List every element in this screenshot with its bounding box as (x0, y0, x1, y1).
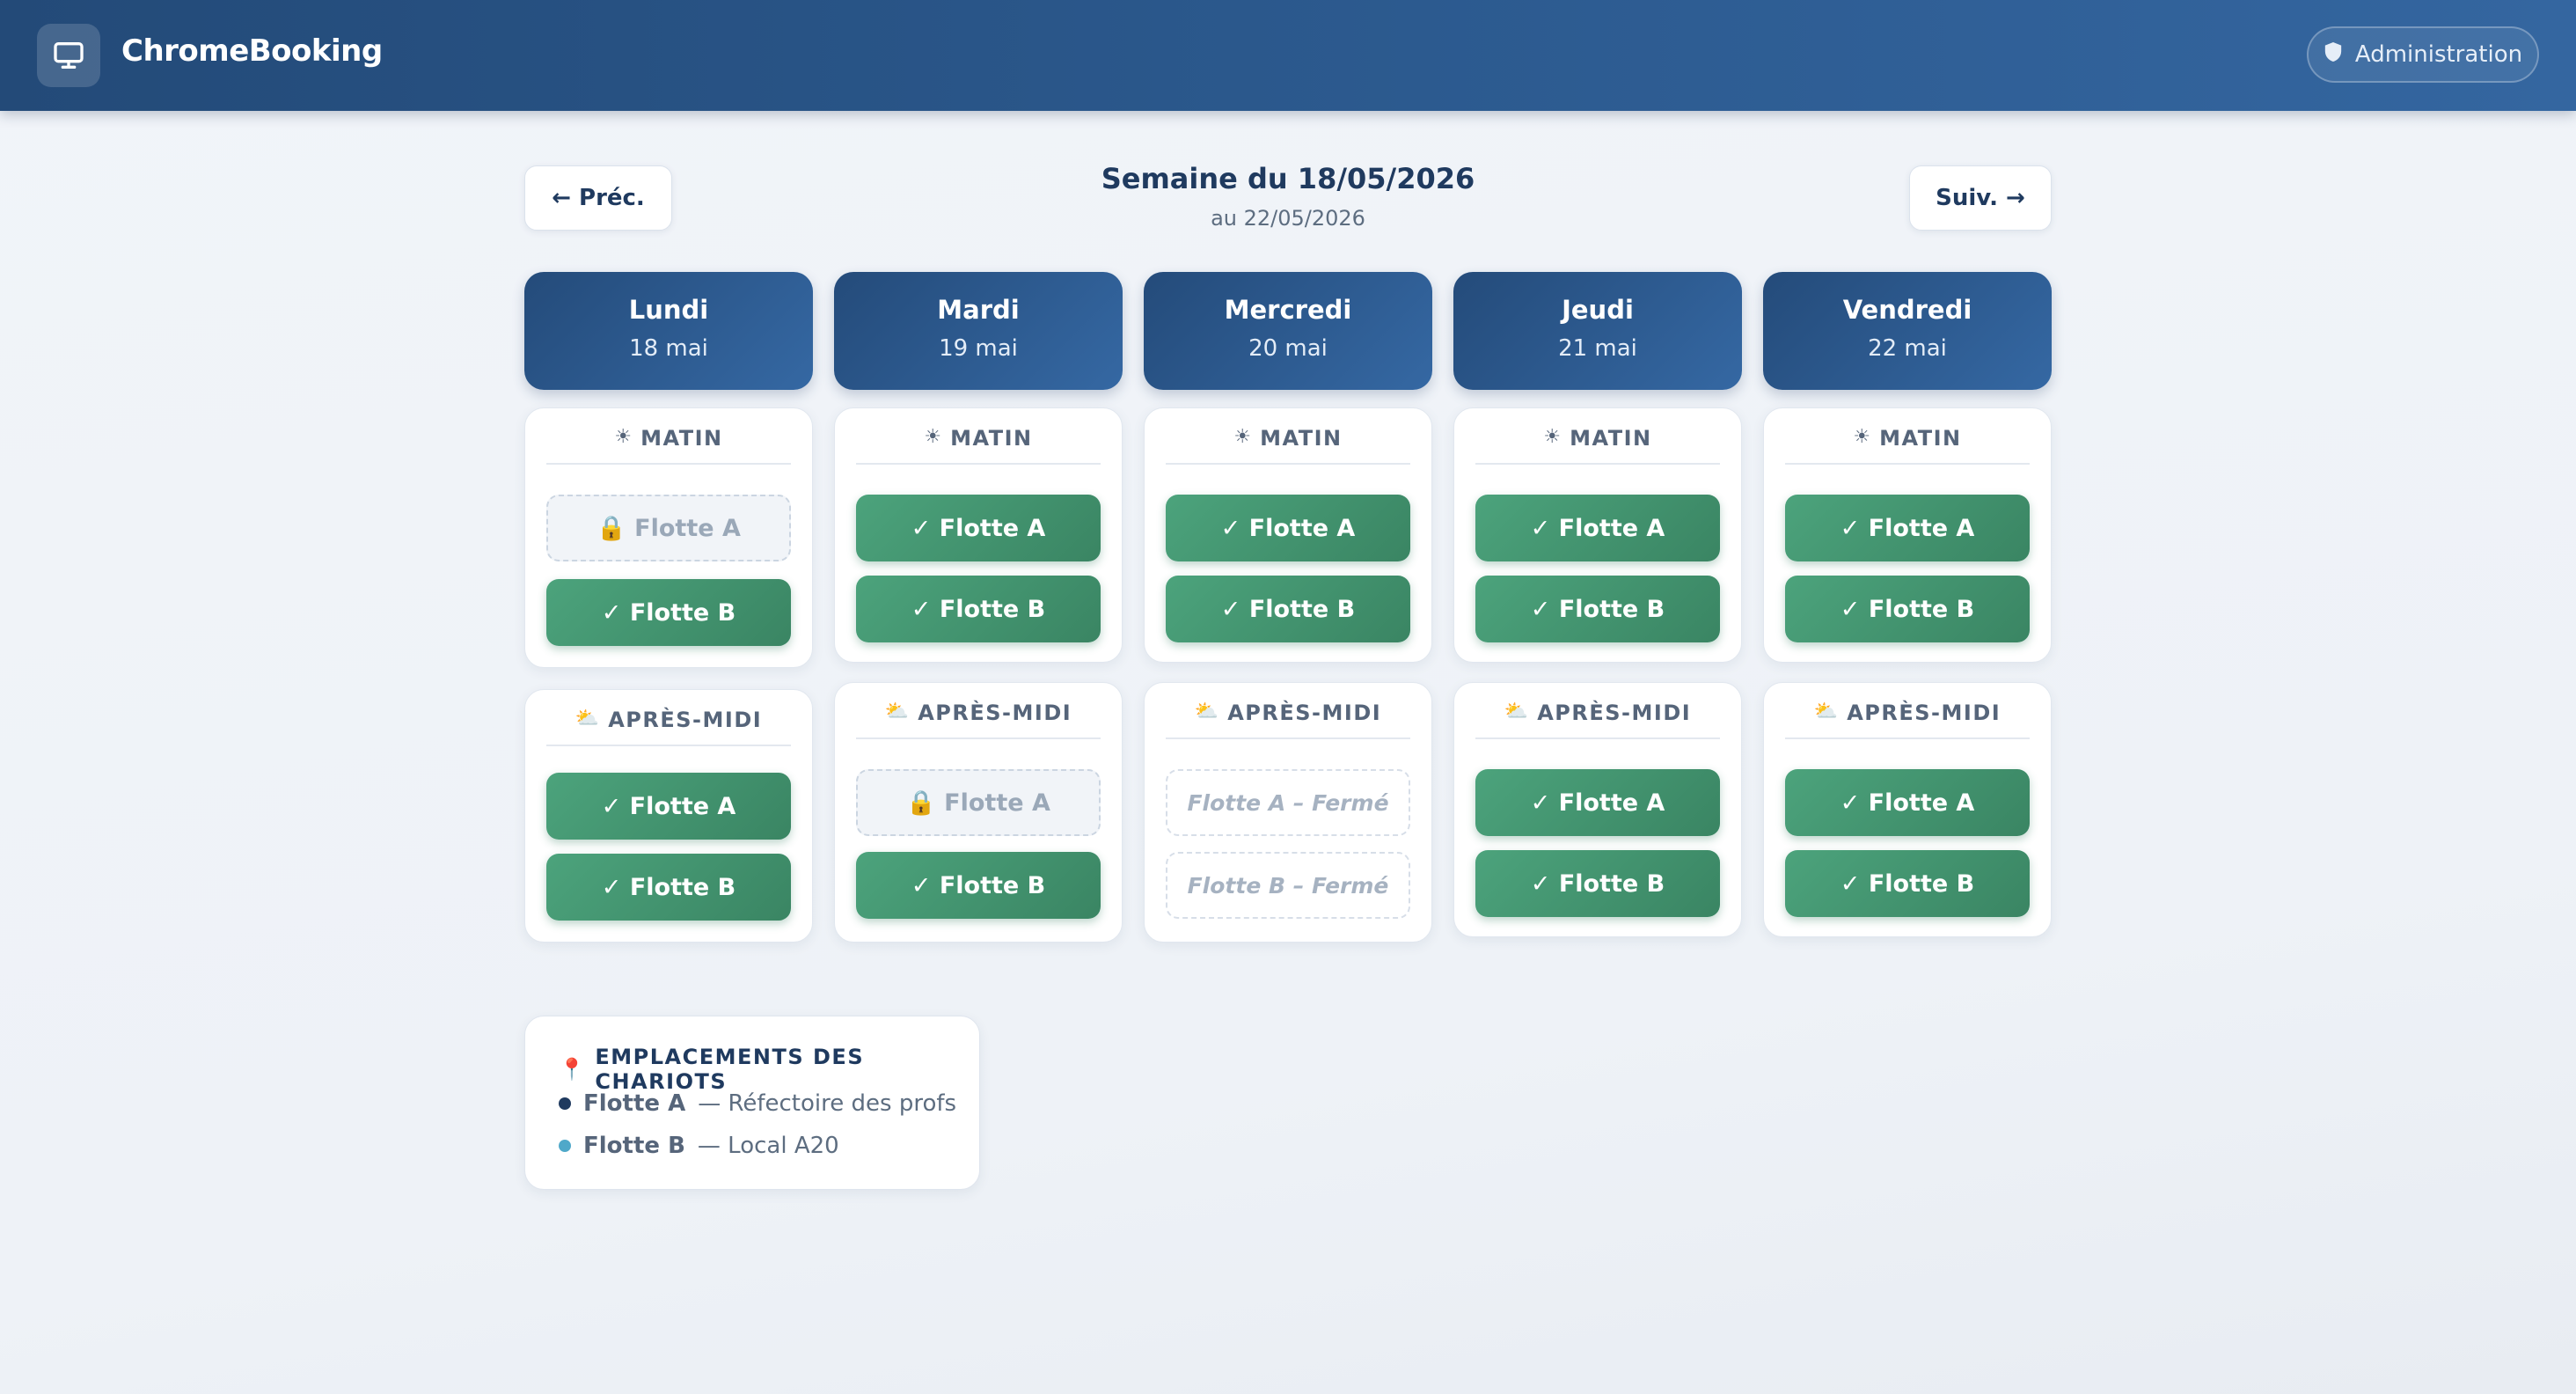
afternoon-slot-card: ⛅ APRÈS-MIDI Flotte A – Fermé Flotte B – Fe… (1144, 682, 1432, 943)
day-header-1: Mardi 19 mai (834, 272, 1123, 390)
shield-icon (2324, 41, 2343, 69)
fleet-b-available-button[interactable]: ✓ Flotte B (1785, 576, 2030, 642)
fleet-a-available-button[interactable]: ✓ Flotte A (546, 773, 791, 840)
morning-slot-card: ☀ MATIN 🔒 Flotte A ✓ Flotte B (524, 407, 813, 668)
slot-title: ⛅ APRÈS-MIDI (856, 701, 1101, 739)
sun-cloud-icon: ⛅ (1813, 701, 1839, 723)
app-title[interactable]: ChromeBooking (121, 33, 383, 69)
slot-label: APRÈS-MIDI (1847, 701, 2002, 725)
previous-week-button[interactable]: ← Préc. (524, 165, 672, 231)
fleet-a-available-button[interactable]: ✓ Flotte A (1785, 769, 2030, 836)
fleet-a-dot-icon (559, 1097, 571, 1110)
sun-icon: ☀ (924, 426, 942, 448)
slot-label: MATIN (1570, 426, 1652, 451)
fleet-b-closed-button: Flotte B – Fermé (1166, 852, 1410, 919)
day-header-2: Mercredi 20 mai (1144, 272, 1432, 390)
fleet-b-available-button[interactable]: ✓ Flotte B (546, 579, 791, 646)
day-date: 19 mai (939, 335, 1018, 362)
sun-icon: ☀ (614, 426, 633, 448)
administration-label: Administration (2354, 41, 2523, 68)
slot-label: MATIN (950, 426, 1033, 451)
afternoon-slot-card: ⛅ APRÈS-MIDI ✓ Flotte A ✓ Flotte B (1453, 682, 1742, 937)
legend-item-fleet-a: Flotte A — Réfectoire des profs (559, 1090, 956, 1117)
fleet-b-available-button[interactable]: ✓ Flotte B (1475, 850, 1720, 917)
fleet-a-locked-button: 🔒 Flotte A (856, 769, 1101, 836)
fleet-b-dot-icon (559, 1140, 571, 1152)
fleet-b-available-button[interactable]: ✓ Flotte B (1785, 850, 2030, 917)
slot-label: APRÈS-MIDI (1537, 701, 1692, 725)
afternoon-slot-card: ⛅ APRÈS-MIDI ✓ Flotte A ✓ Flotte B (524, 689, 813, 943)
day-name: Lundi (628, 295, 709, 325)
fleet-a-available-button[interactable]: ✓ Flotte A (1166, 495, 1410, 561)
day-date: 18 mai (629, 335, 708, 362)
day-header-0: Lundi 18 mai (524, 272, 813, 390)
slot-label: MATIN (640, 426, 723, 451)
sun-icon: ☀ (1233, 426, 1252, 448)
legend-title: EMPLACEMENTS DES CHARIOTS (595, 1045, 865, 1094)
slot-title: ☀ MATIN (1475, 426, 1720, 465)
day-header-4: Vendredi 22 mai (1763, 272, 2052, 390)
day-name: Mercredi (1224, 295, 1352, 325)
day-name: Jeudi (1562, 295, 1634, 325)
fleet-a-available-button[interactable]: ✓ Flotte A (1475, 769, 1720, 836)
week-title: Semaine du 18/05/2026 (1101, 162, 1475, 195)
monitor-icon[interactable] (37, 24, 100, 87)
morning-slot-card: ☀ MATIN ✓ Flotte A ✓ Flotte B (834, 407, 1123, 663)
slot-label: APRÈS-MIDI (1227, 701, 1382, 725)
morning-slot-card: ☀ MATIN ✓ Flotte A ✓ Flotte B (1453, 407, 1742, 663)
legend-fleet-name: Flotte A (583, 1090, 686, 1117)
day-name: Vendredi (1842, 295, 1972, 325)
fleet-b-available-button[interactable]: ✓ Flotte B (856, 852, 1101, 919)
top-bar: ChromeBooking Administration (0, 0, 2576, 111)
legend-fleet-location: — Local A20 (697, 1133, 839, 1159)
day-date: 20 mai (1248, 335, 1328, 362)
slot-label: MATIN (1260, 426, 1343, 451)
day-date: 22 mai (1868, 335, 1947, 362)
sun-icon: ☀ (1853, 426, 1871, 448)
administration-button[interactable]: Administration (2307, 26, 2539, 83)
day-header-3: Jeudi 21 mai (1453, 272, 1742, 390)
week-subtitle: au 22/05/2026 (1211, 206, 1365, 231)
afternoon-slot-card: ⛅ APRÈS-MIDI 🔒 Flotte A ✓ Flotte B (834, 682, 1123, 943)
slot-label: MATIN (1879, 426, 1962, 451)
legend-fleet-location: — Réfectoire des profs (698, 1090, 957, 1117)
afternoon-slot-card: ⛅ APRÈS-MIDI ✓ Flotte A ✓ Flotte B (1763, 682, 2052, 937)
sun-cloud-icon: ⛅ (1504, 701, 1529, 723)
legend-item-fleet-b: Flotte B — Local A20 (559, 1133, 839, 1159)
slot-title: ☀ MATIN (1166, 426, 1410, 465)
pin-icon: 📍 (559, 1057, 587, 1082)
sun-cloud-icon: ⛅ (884, 701, 910, 723)
sun-cloud-icon: ⛅ (574, 708, 600, 730)
fleet-a-closed-button: Flotte A – Fermé (1166, 769, 1410, 836)
sun-cloud-icon: ⛅ (1194, 701, 1219, 723)
slot-title: ⛅ APRÈS-MIDI (546, 708, 791, 746)
slot-title: ☀ MATIN (856, 426, 1101, 465)
day-date: 21 mai (1558, 335, 1637, 362)
slot-label: APRÈS-MIDI (608, 708, 763, 732)
fleet-b-available-button[interactable]: ✓ Flotte B (1166, 576, 1410, 642)
fleet-a-locked-button: 🔒 Flotte A (546, 495, 791, 561)
fleet-b-available-button[interactable]: ✓ Flotte B (1475, 576, 1720, 642)
fleet-a-available-button[interactable]: ✓ Flotte A (1785, 495, 2030, 561)
slot-title: ⛅ APRÈS-MIDI (1785, 701, 2030, 739)
fleet-b-available-button[interactable]: ✓ Flotte B (856, 576, 1101, 642)
cart-locations-legend: 📍 EMPLACEMENTS DES CHARIOTS Flotte A — R… (524, 1016, 980, 1190)
slot-title: ⛅ APRÈS-MIDI (1166, 701, 1410, 739)
slot-title: ☀ MATIN (546, 426, 791, 465)
sun-icon: ☀ (1543, 426, 1562, 448)
next-week-button[interactable]: Suiv. → (1909, 165, 2052, 231)
legend-fleet-name: Flotte B (583, 1133, 685, 1159)
morning-slot-card: ☀ MATIN ✓ Flotte A ✓ Flotte B (1144, 407, 1432, 663)
slot-title: ☀ MATIN (1785, 426, 2030, 465)
fleet-b-available-button[interactable]: ✓ Flotte B (546, 854, 791, 921)
slot-title: ⛅ APRÈS-MIDI (1475, 701, 1720, 739)
morning-slot-card: ☀ MATIN ✓ Flotte A ✓ Flotte B (1763, 407, 2052, 663)
fleet-a-available-button[interactable]: ✓ Flotte A (856, 495, 1101, 561)
fleet-a-available-button[interactable]: ✓ Flotte A (1475, 495, 1720, 561)
slot-label: APRÈS-MIDI (918, 701, 1072, 725)
day-name: Mardi (937, 295, 1020, 325)
